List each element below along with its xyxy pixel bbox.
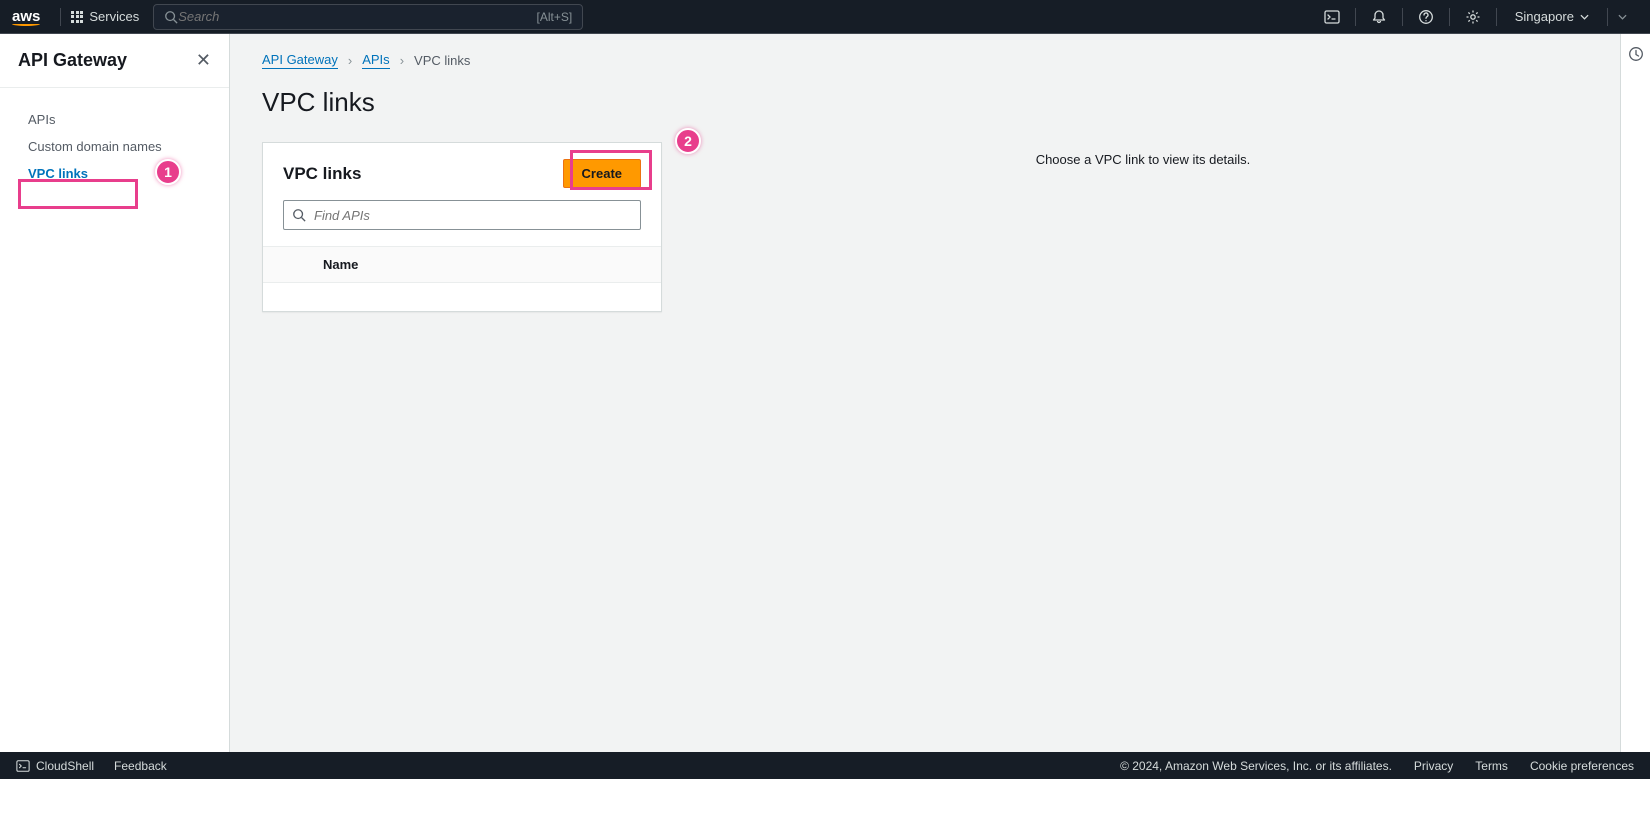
cloudshell-button[interactable]: CloudShell [16, 759, 94, 773]
nav-divider [1496, 8, 1497, 26]
detail-empty-text: Choose a VPC link to view its details. [1036, 152, 1251, 167]
app-body: API Gateway ✕ APIs Custom domain names V… [0, 33, 1650, 752]
caret-down-icon [1580, 14, 1589, 20]
terms-link[interactable]: Terms [1475, 759, 1508, 773]
close-icon[interactable]: ✕ [196, 50, 211, 71]
find-apis-input[interactable] [314, 208, 632, 223]
settings-icon[interactable] [1462, 6, 1484, 28]
sidebar-title: API Gateway [18, 50, 127, 71]
sidebar: API Gateway ✕ APIs Custom domain names V… [0, 34, 230, 752]
privacy-link[interactable]: Privacy [1414, 759, 1453, 773]
notifications-icon[interactable] [1368, 6, 1390, 28]
vpc-links-table: Name [263, 247, 661, 311]
cloudshell-icon [16, 759, 30, 773]
chevron-right-icon: › [400, 53, 404, 68]
nav-divider [1449, 8, 1450, 26]
panel-title: VPC links [283, 164, 361, 184]
search-shortcut: [Alt+S] [537, 10, 573, 24]
breadcrumb: API Gateway › APIs › VPC links [262, 52, 1588, 69]
breadcrumb-link-apis[interactable]: APIs [362, 52, 389, 69]
sidebar-item-vpc-links[interactable]: VPC links [0, 160, 229, 187]
grid-icon [71, 11, 83, 23]
nav-divider [60, 8, 61, 26]
help-icon[interactable] [1415, 6, 1437, 28]
services-menu[interactable]: Services [71, 9, 139, 24]
sidebar-nav: APIs Custom domain names VPC links [0, 88, 229, 205]
global-search[interactable]: [Alt+S] [153, 4, 583, 30]
panel-search-box[interactable] [283, 200, 641, 230]
nav-divider [1402, 8, 1403, 26]
copyright-text: © 2024, Amazon Web Services, Inc. or its… [1120, 759, 1392, 773]
search-icon [292, 208, 306, 222]
region-selector[interactable]: Singapore [1507, 9, 1597, 24]
account-menu[interactable] [1618, 14, 1638, 20]
breadcrumb-current: VPC links [414, 53, 470, 68]
search-input[interactable] [178, 9, 536, 24]
region-label: Singapore [1515, 9, 1574, 24]
search-icon [164, 10, 178, 24]
right-rail [1620, 34, 1650, 752]
services-label: Services [89, 9, 139, 24]
vpc-links-panel: VPC links Create Name [262, 142, 662, 312]
content: API Gateway › APIs › VPC links VPC links… [230, 34, 1620, 752]
sidebar-item-apis[interactable]: APIs [0, 106, 229, 133]
aws-logo-text: aws [12, 8, 40, 25]
table-col-select [263, 247, 303, 283]
sidebar-header: API Gateway ✕ [0, 34, 229, 88]
detail-empty-state: Choose a VPC link to view its details. [698, 142, 1588, 167]
page-title: VPC links [262, 87, 1588, 118]
cookie-preferences-link[interactable]: Cookie preferences [1530, 759, 1634, 773]
panel-search [263, 200, 661, 247]
nav-divider [1355, 8, 1356, 26]
nav-divider [1607, 8, 1608, 26]
help-panel-toggle-icon[interactable] [1628, 46, 1644, 62]
cloudshell-icon[interactable] [1321, 6, 1343, 28]
chevron-right-icon: › [348, 53, 352, 68]
global-top-nav: aws Services [Alt+S] Singapore [0, 0, 1650, 33]
panel-header: VPC links Create [263, 143, 661, 200]
main-area: API Gateway › APIs › VPC links VPC links… [230, 34, 1650, 752]
content-row: VPC links Create Name [262, 142, 1588, 312]
table-col-name[interactable]: Name [303, 247, 601, 283]
breadcrumb-link-api-gateway[interactable]: API Gateway [262, 52, 338, 69]
aws-logo[interactable]: aws [12, 8, 40, 26]
feedback-link[interactable]: Feedback [114, 759, 167, 773]
table-empty-row [263, 283, 661, 311]
create-button[interactable]: Create [563, 159, 641, 188]
global-footer: CloudShell Feedback © 2024, Amazon Web S… [0, 752, 1650, 779]
cloudshell-label: CloudShell [36, 759, 94, 773]
sidebar-item-custom-domain-names[interactable]: Custom domain names [0, 133, 229, 160]
caret-down-icon [1618, 14, 1627, 20]
table-col-spacer [601, 247, 661, 283]
